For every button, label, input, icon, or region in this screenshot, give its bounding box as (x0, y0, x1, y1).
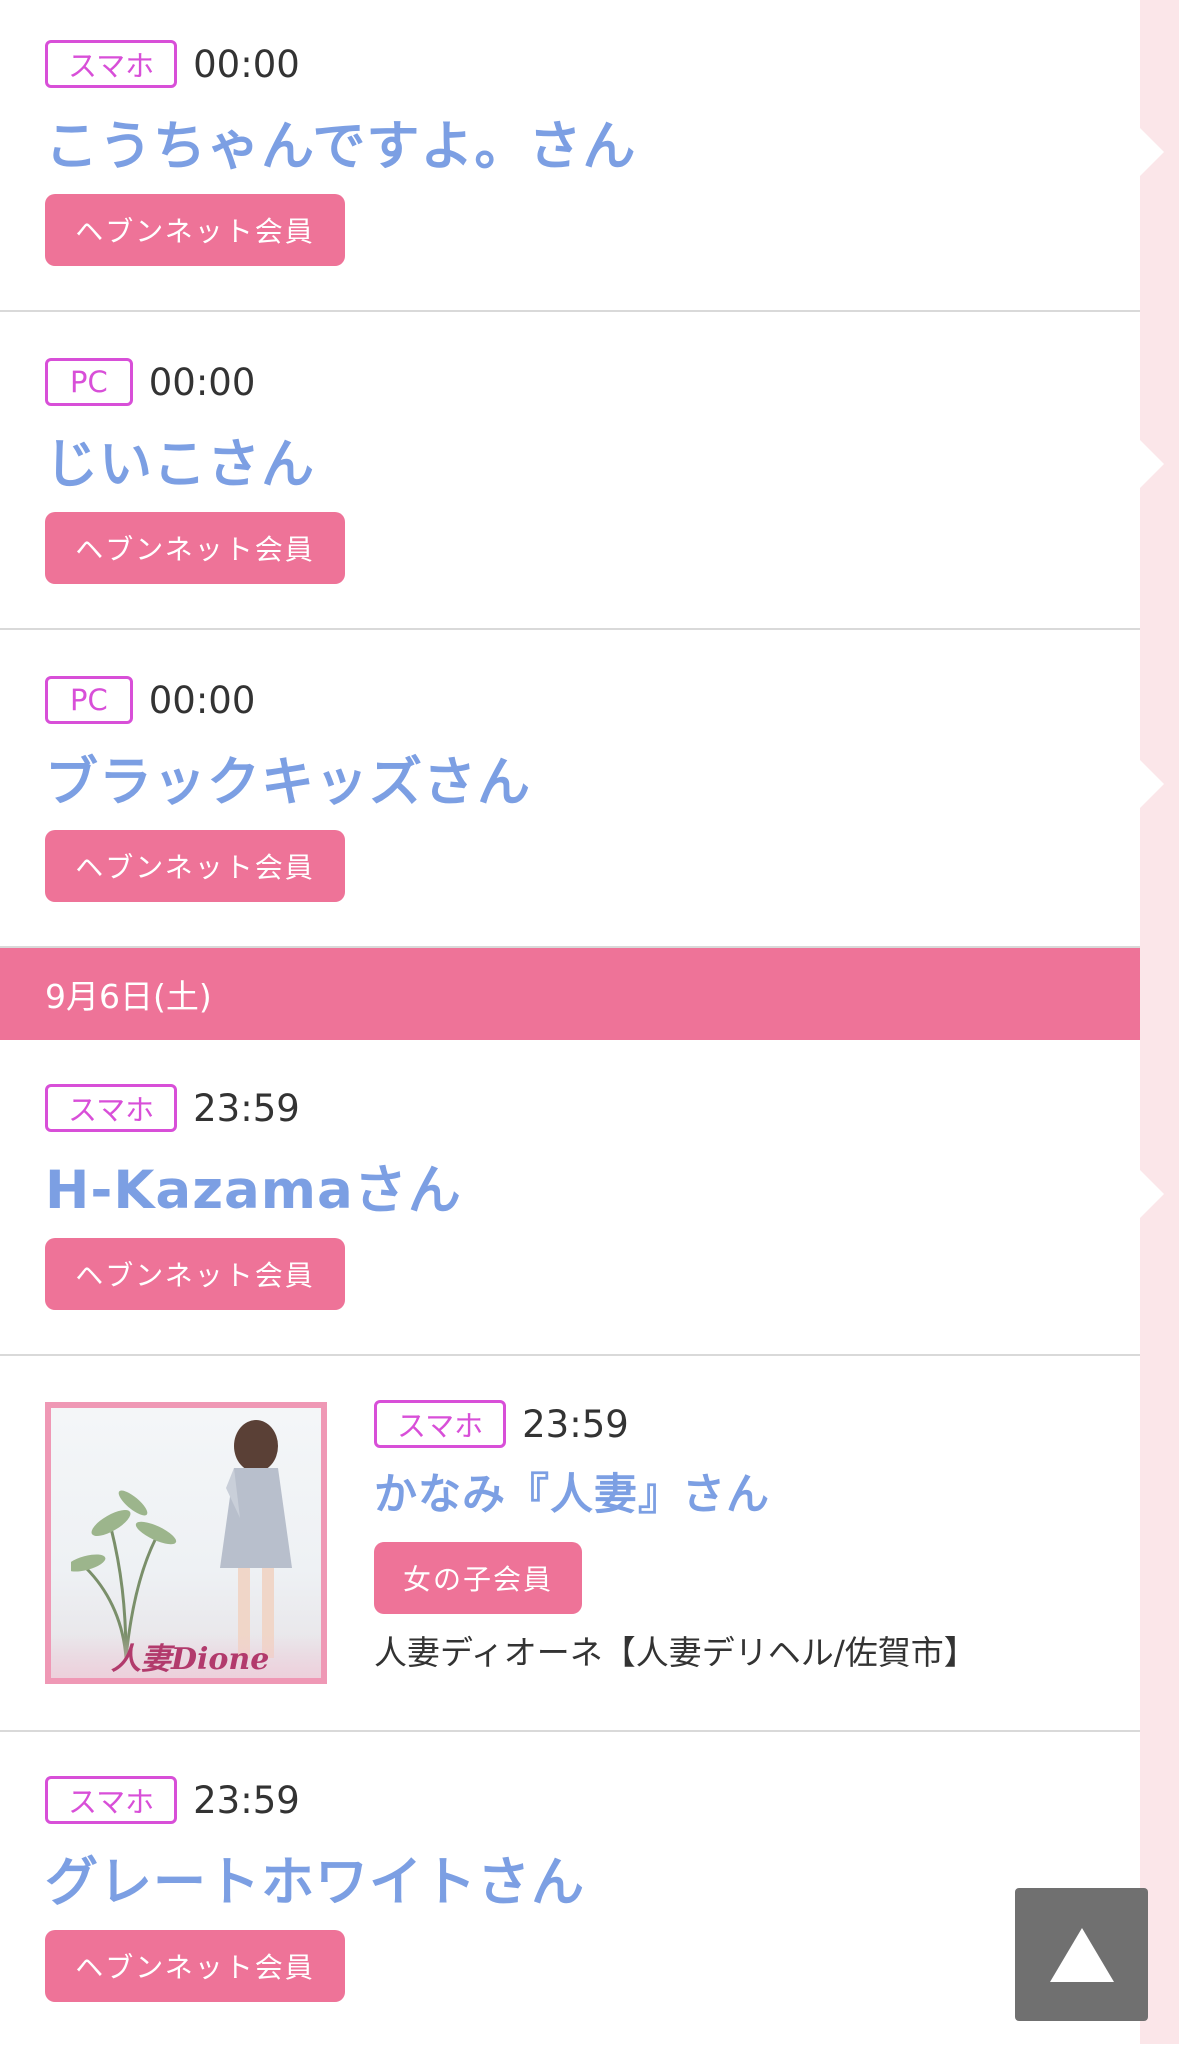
member-type-badge[interactable]: ヘブンネット会員 (45, 194, 345, 266)
device-tag: スマホ (45, 1084, 178, 1132)
plant-illustration (71, 1490, 177, 1658)
visit-time: 00:00 (148, 678, 256, 722)
rail-notch (1140, 440, 1164, 488)
device-tag: PC (45, 358, 133, 406)
list-item: スマホ 23:59 グレートホワイトさん ヘブンネット会員 (0, 1732, 1140, 2048)
device-tag: スマホ (374, 1400, 507, 1448)
visitor-name[interactable]: じいこさん (45, 422, 315, 498)
profile-thumbnail[interactable]: 人妻Dione (45, 1402, 327, 1684)
triangle-up-icon (1049, 1927, 1114, 1982)
device-tag: PC (45, 676, 133, 724)
right-decorative-rail (1140, 0, 1179, 2044)
list-item: スマホ 00:00 こうちゃんですよ。さん ヘブンネット会員 (0, 0, 1140, 312)
device-tag: スマホ (45, 1776, 178, 1824)
list-item: スマホ 23:59 H-Kazamaさん ヘブンネット会員 (0, 1040, 1140, 1356)
visit-time: 23:59 (193, 1086, 300, 1130)
list-item: 人妻Dione スマホ 23:59 かなみ『人妻』さん 女の子会員 人妻ディオー… (0, 1356, 1140, 1732)
list-item: PC 00:00 ブラックキッズさん ヘブンネット会員 (0, 630, 1140, 948)
entry-meta: スマホ 23:59 (374, 1400, 629, 1448)
entry-meta: スマホ 23:59 (45, 1776, 300, 1824)
visitor-name[interactable]: ブラックキッズさん (45, 740, 531, 816)
entry-meta: PC 00:00 (45, 358, 255, 406)
rail-notch (1140, 760, 1164, 808)
shop-name[interactable]: 人妻ディオーネ【人妻デリヘル/佐賀市】 (374, 1626, 977, 1674)
visit-time: 23:59 (522, 1402, 629, 1446)
rail-notch (1140, 128, 1164, 176)
entry-meta: PC 00:00 (45, 676, 255, 724)
visit-time: 00:00 (193, 42, 300, 86)
visit-time: 23:59 (193, 1778, 300, 1822)
model-figure (220, 1420, 292, 1658)
visitor-name[interactable]: H-Kazamaさん (45, 1148, 462, 1224)
date-header: 9月6日(土) (0, 948, 1140, 1040)
member-type-badge[interactable]: ヘブンネット会員 (45, 1238, 345, 1310)
member-type-badge[interactable]: ヘブンネット会員 (45, 1930, 345, 2002)
shop-logo: 人妻Dione (111, 1642, 270, 1677)
visit-time: 00:00 (148, 360, 256, 404)
member-type-badge[interactable]: ヘブンネット会員 (45, 830, 345, 902)
visitor-list: スマホ 00:00 こうちゃんですよ。さん ヘブンネット会員 PC 00:00 … (0, 0, 1140, 2048)
list-item: PC 00:00 じいこさん ヘブンネット会員 (0, 312, 1140, 630)
member-type-badge[interactable]: ヘブンネット会員 (45, 512, 345, 584)
visitor-name[interactable]: こうちゃんですよ。さん (45, 104, 636, 180)
member-type-badge[interactable]: 女の子会員 (374, 1542, 582, 1614)
rail-notch (1140, 1170, 1164, 1218)
visitor-name[interactable]: かなみ『人妻』さん (374, 1460, 770, 1522)
device-tag: スマホ (45, 40, 178, 88)
visitor-name[interactable]: グレートホワイトさん (45, 1840, 585, 1916)
entry-meta: スマホ 00:00 (45, 40, 300, 88)
entry-meta: スマホ 23:59 (45, 1084, 300, 1132)
scroll-to-top-button[interactable] (1015, 1888, 1148, 2021)
